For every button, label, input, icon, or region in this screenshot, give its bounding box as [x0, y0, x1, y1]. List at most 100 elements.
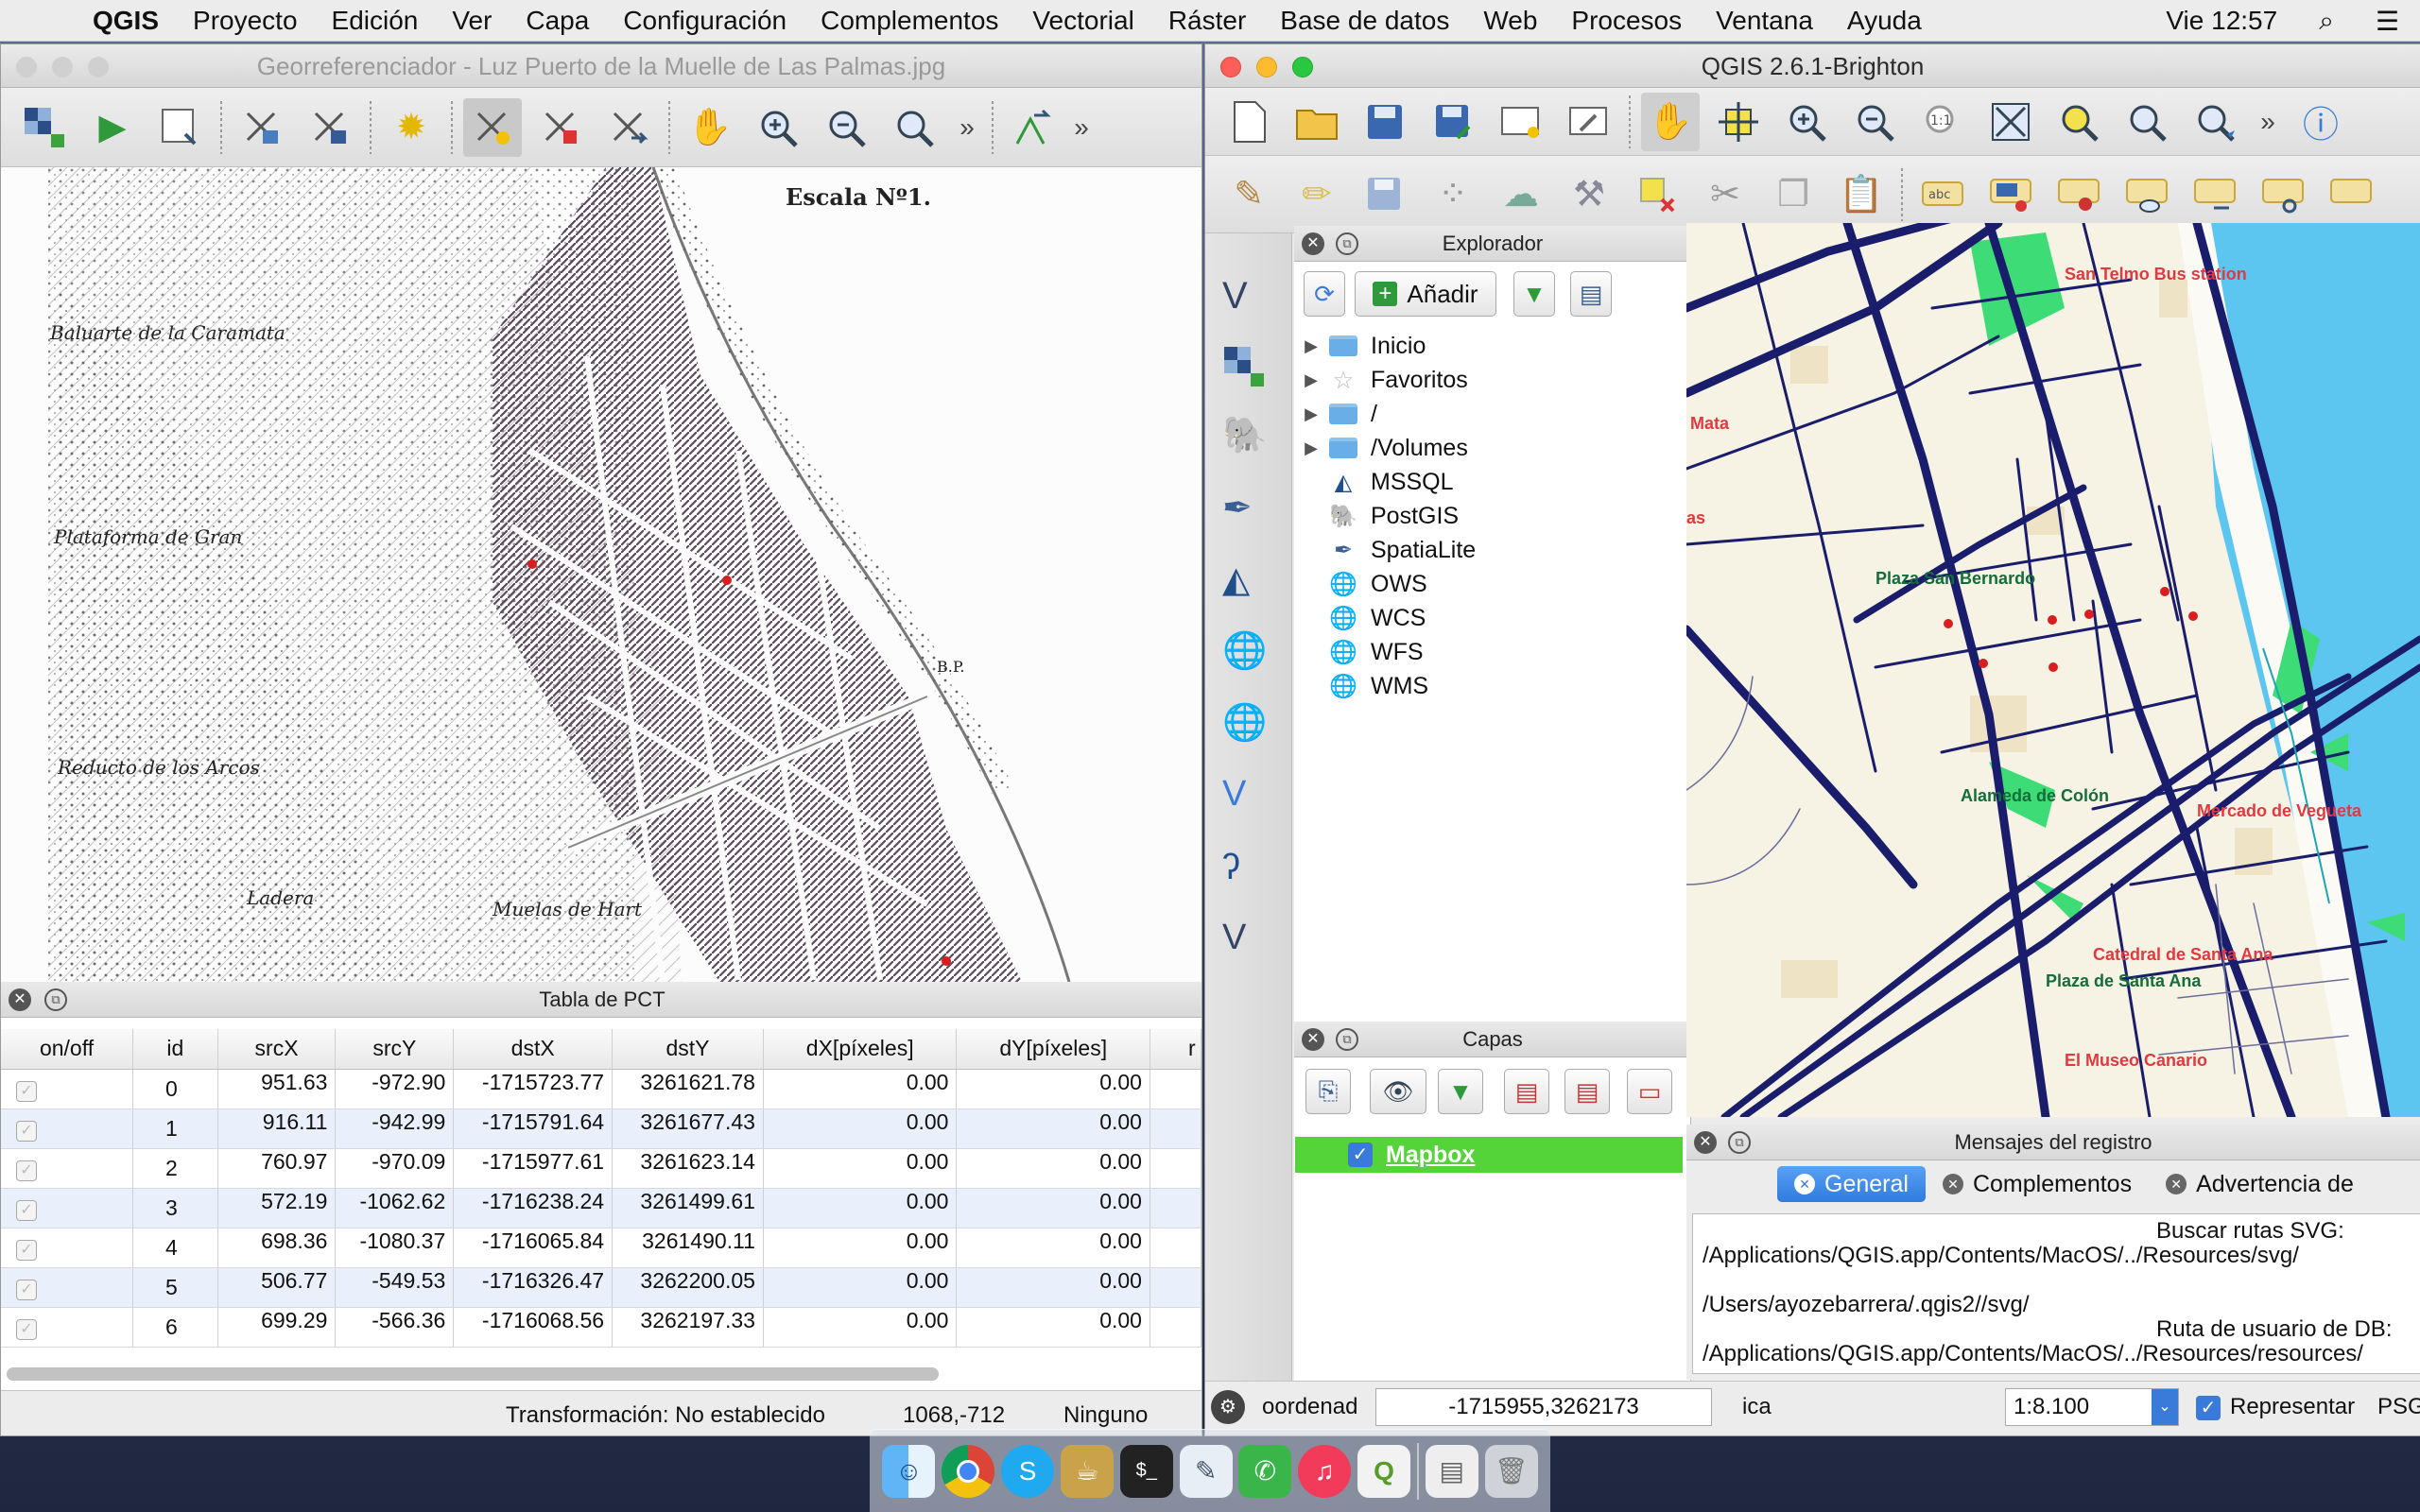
zoom-window-button[interactable] — [88, 57, 109, 77]
menu-base-de-datos[interactable]: Base de datos — [1263, 6, 1466, 36]
toggle-editing-icon[interactable]: ✏ — [1288, 165, 1346, 224]
move-feature-icon[interactable]: ☁ — [1492, 165, 1550, 224]
render-checkbox[interactable]: ✓ — [2196, 1396, 2221, 1420]
zoom-window-button[interactable] — [1292, 57, 1313, 77]
expand-arrow-icon[interactable]: ▶ — [1295, 404, 1327, 424]
gcp-cell-srcy[interactable]: -942.99 — [335, 1108, 455, 1149]
remove-layer-button[interactable]: ▭ — [1627, 1069, 1672, 1114]
new-print-composer-icon[interactable] — [1492, 93, 1550, 151]
add-group-button[interactable]: ⎘ — [1305, 1069, 1351, 1114]
gcp-enabled-checkbox[interactable]: ✓ — [1, 1228, 134, 1268]
collapse-all-button[interactable]: ▤ — [1570, 271, 1612, 317]
node-tool-icon[interactable]: ⚒ — [1560, 165, 1618, 224]
gcp-enabled-checkbox[interactable]: ✓ — [1, 1069, 134, 1109]
pin-labels-icon[interactable] — [2049, 165, 2108, 224]
gcp-cell-srcx[interactable]: 916.11 — [217, 1108, 337, 1149]
explorer-item-postgis[interactable]: 🐘 PostGIS — [1295, 499, 1476, 533]
menu-web[interactable]: Web — [1466, 6, 1554, 36]
zoom-native-resolution-icon[interactable]: 1:1 — [1913, 93, 1972, 151]
gcp-marker[interactable] — [2160, 587, 2169, 596]
minimize-window-button[interactable] — [52, 57, 73, 77]
gcp-cell-dx[interactable]: 0.00 — [763, 1069, 958, 1109]
gcp-cell-residual[interactable] — [1150, 1148, 1201, 1189]
col-header-dx[interactable]: dX[píxeles] — [763, 1029, 958, 1070]
gcp-cell-id[interactable]: 4 — [132, 1228, 218, 1268]
filter-legend-button[interactable]: ▼ — [1438, 1069, 1483, 1114]
add-feature-icon[interactable]: ⁘ — [1424, 165, 1482, 224]
gcp-cell-residual[interactable] — [1150, 1069, 1201, 1109]
explorer-item-wcs[interactable]: 🌐 WCS — [1295, 601, 1476, 635]
gcp-cell-dstx[interactable]: -1716068.56 — [453, 1307, 614, 1348]
explorer-item-wfs[interactable]: 🌐 WFS — [1295, 635, 1476, 669]
col-header-srcy[interactable]: srcY — [335, 1029, 455, 1070]
explorer-item-inicio[interactable]: ▶ Inicio — [1295, 329, 1476, 363]
col-header-dsty[interactable]: dstY — [612, 1029, 764, 1070]
message-log-toggle-icon[interactable]: ⚙ — [1211, 1390, 1245, 1424]
skype-icon[interactable]: S — [1001, 1444, 1055, 1498]
gcp-table-row[interactable]: ✓ 2 760.97 -970.09 -1715977.61 3261623.14 0.00… — [1, 1148, 1201, 1189]
col-header-dstx[interactable]: dstX — [453, 1029, 614, 1070]
link-georeferencer-icon[interactable] — [1004, 98, 1063, 157]
tab-advertencia[interactable]: ✕ Advertencia de — [2149, 1166, 2371, 1202]
qgis-icon[interactable]: Q — [1357, 1444, 1411, 1498]
close-tab-icon[interactable]: ✕ — [2166, 1174, 2187, 1194]
terminal-icon[interactable]: $_ — [1119, 1444, 1173, 1498]
gcp-cell-dsty[interactable]: 3261621.78 — [612, 1069, 764, 1109]
gcp-cell-dstx[interactable]: -1716326.47 — [453, 1267, 614, 1308]
gcp-marker[interactable] — [2084, 610, 2094, 619]
gcp-cell-srcy[interactable]: -1080.37 — [335, 1228, 455, 1268]
zoom-in-icon[interactable] — [1777, 93, 1836, 151]
menu-raster[interactable]: Ráster — [1151, 6, 1263, 36]
chevron-down-icon[interactable]: ⌄ — [2152, 1389, 2178, 1425]
new-project-icon[interactable] — [1219, 93, 1278, 151]
gcp-cell-srcx[interactable]: 699.29 — [217, 1307, 337, 1348]
gcp-cell-srcy[interactable]: -1062.62 — [335, 1188, 455, 1228]
gcp-table-row[interactable]: ✓ 1 916.11 -942.99 -1715791.64 3261677.43 0.00… — [1, 1108, 1201, 1149]
epsg-label[interactable]: PSG — [2377, 1394, 2420, 1420]
gcp-cell-residual[interactable] — [1150, 1188, 1201, 1228]
toolbar-overflow-icon[interactable]: » — [2254, 93, 2282, 151]
col-header-srcx[interactable]: srcX — [217, 1029, 337, 1070]
cut-features-icon[interactable]: ✂ — [1696, 165, 1754, 224]
add-wms-layer-icon[interactable]: 🌐 — [1222, 630, 1267, 672]
add-wfs-layer-icon[interactable]: V — [1222, 774, 1246, 815]
new-shapefile-layer-icon[interactable]: V — [1222, 918, 1246, 958]
log-text-area[interactable]: Buscar rutas SVG: /Applications/QGIS.app… — [1692, 1213, 2420, 1374]
explorer-item-favoritos[interactable]: ▶ ☆ Favoritos — [1295, 363, 1476, 397]
composer-manager-icon[interactable] — [1560, 93, 1618, 151]
close-panel-icon[interactable]: ✕ — [9, 988, 31, 1011]
open-project-icon[interactable] — [1288, 93, 1346, 151]
explorer-item-ows[interactable]: 🌐 OWS — [1295, 567, 1476, 601]
menu-procesos[interactable]: Procesos — [1554, 6, 1699, 36]
menu-vectorial[interactable]: Vectorial — [1015, 6, 1150, 36]
gcp-cell-dy[interactable]: 0.00 — [956, 1188, 1150, 1228]
gcp-cell-dx[interactable]: 0.00 — [763, 1188, 958, 1228]
show-hide-labels-icon[interactable] — [2118, 165, 2176, 224]
gcp-marker[interactable] — [2188, 611, 2198, 621]
gcp-cell-srcx[interactable]: 951.63 — [217, 1069, 337, 1109]
start-georeferencing-icon[interactable]: ▶ — [83, 98, 142, 157]
float-panel-icon[interactable]: ⧉ — [1336, 1028, 1358, 1051]
paste-features-icon[interactable]: 📋 — [1832, 165, 1891, 224]
add-postgis-layer-icon[interactable]: 🐘 — [1222, 415, 1267, 456]
add-raster-layer-icon[interactable] — [1220, 343, 1268, 395]
checkbox[interactable]: ✓ — [16, 1081, 37, 1102]
toolbar-overflow-icon-2[interactable]: » — [1072, 98, 1091, 157]
add-spatialite-layer-icon[interactable]: ✒ — [1222, 487, 1253, 529]
gcp-cell-dx[interactable]: 0.00 — [763, 1267, 958, 1308]
gcp-table-row[interactable]: ✓ 3 572.19 -1062.62 -1716238.24 3261499.61 0.0… — [1, 1188, 1201, 1228]
spotlight-search-icon[interactable]: ⌕ — [2298, 6, 2355, 37]
filter-button[interactable]: ▼ — [1513, 271, 1555, 317]
facetime-icon[interactable]: ✆ — [1238, 1444, 1292, 1498]
gcp-cell-dsty[interactable]: 3262200.05 — [612, 1267, 764, 1308]
checkbox[interactable]: ✓ — [16, 1200, 37, 1221]
pan-to-selection-icon[interactable] — [1709, 93, 1768, 151]
coordinate-input[interactable]: -1715955,3262173 — [1375, 1388, 1712, 1426]
checkbox[interactable]: ✓ — [16, 1280, 37, 1300]
tab-complementos[interactable]: ✕ Complementos — [1926, 1166, 2149, 1202]
gcp-cell-dy[interactable]: 0.00 — [956, 1148, 1150, 1189]
gcp-cell-dy[interactable]: 0.00 — [956, 1228, 1150, 1268]
explorer-item-root[interactable]: ▶ / — [1295, 397, 1476, 431]
gcp-marker[interactable] — [1944, 619, 1953, 628]
col-header-id[interactable]: id — [132, 1029, 218, 1070]
